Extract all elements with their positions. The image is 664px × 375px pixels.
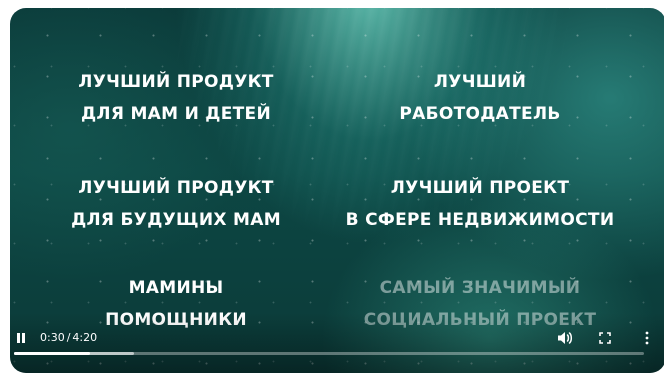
award-title: ЛУЧШИЙ ПРОДУКТ ДЛЯ БУДУЩИХ МАМ — [26, 172, 326, 236]
award-line: САМЫЙ ЗНАЧИМЫЙ — [379, 278, 581, 298]
award-line: ДЛЯ МАМ И ДЕТЕЙ — [80, 104, 271, 124]
award-line: ЛУЧШИЙ ПРОЕКТ — [390, 178, 570, 198]
current-time: 0:30 — [40, 331, 65, 344]
award-title: ЛУЧШИЙ РАБОТОДАТЕЛЬ — [330, 66, 630, 130]
progress-bar[interactable] — [14, 352, 644, 355]
video-player[interactable]: ЛУЧШИЙ ПРОДУКТ ДЛЯ МАМ И ДЕТЕЙ ЛУЧШИЙ РА… — [10, 8, 664, 373]
award-line: ДЛЯ БУДУЩИХ МАМ — [71, 210, 281, 230]
volume-icon[interactable] — [556, 330, 574, 346]
award-line: ЛУЧШИЙ ПРОДУКТ — [78, 72, 274, 92]
fullscreen-icon[interactable] — [596, 330, 614, 346]
award-line: ЛУЧШИЙ ПРОДУКТ — [78, 178, 274, 198]
award-title: ЛУЧШИЙ ПРОДУКТ ДЛЯ МАМ И ДЕТЕЙ — [26, 66, 326, 130]
more-vertical-icon[interactable] — [638, 330, 656, 346]
duration: 4:20 — [72, 331, 98, 344]
time-display: 0:30/4:20 — [40, 330, 97, 346]
pause-icon[interactable] — [14, 331, 28, 345]
award-title: ЛУЧШИЙ ПРОЕКТ В СФЕРЕ НЕДВИЖИМОСТИ — [330, 172, 630, 236]
award-line: В СФЕРЕ НЕДВИЖИМОСТИ — [345, 210, 615, 230]
award-line: РАБОТОДАТЕЛЬ — [399, 104, 561, 124]
played-bar — [14, 352, 90, 355]
award-line: МАМИНЫ — [128, 278, 224, 298]
award-line: ЛУЧШИЙ — [433, 72, 527, 92]
